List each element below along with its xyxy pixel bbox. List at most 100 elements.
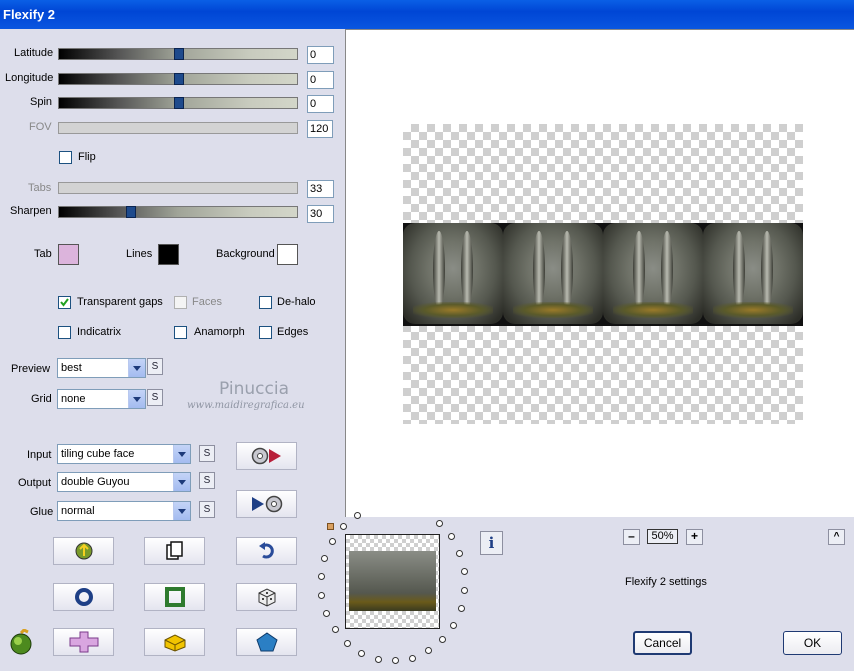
play-to-disc-button[interactable] [236, 442, 297, 470]
square-icon [164, 587, 185, 607]
glue-s-button[interactable]: S [199, 501, 215, 518]
undo-icon [258, 542, 274, 559]
brick-button[interactable] [144, 628, 205, 656]
fov-label: FOV [29, 121, 52, 133]
preview-s-button[interactable]: S [147, 358, 163, 375]
spin-thumb[interactable] [174, 97, 184, 109]
output-s-button[interactable]: S [199, 472, 215, 489]
latitude-value[interactable]: 0 [307, 46, 334, 64]
tab-color-swatch[interactable] [58, 244, 79, 265]
navigator-dot [331, 626, 339, 634]
zoom-in-button[interactable]: + [686, 529, 703, 545]
spin-value[interactable]: 0 [307, 95, 334, 113]
de-halo-checkbox[interactable] [259, 296, 272, 309]
longitude-value[interactable]: 0 [307, 71, 334, 89]
dice-icon [258, 588, 275, 607]
latitude-thumb[interactable] [174, 48, 184, 60]
latitude-label: Latitude [14, 47, 54, 59]
glue-select[interactable]: normal [57, 501, 191, 521]
input-select[interactable]: tiling cube face [57, 444, 191, 464]
navigator-dot [435, 519, 443, 527]
navigator-dot [424, 647, 432, 655]
ring-icon [74, 588, 93, 606]
background-color-swatch[interactable] [277, 244, 298, 265]
square-button[interactable] [144, 583, 205, 611]
flip-checkbox[interactable] [59, 151, 72, 164]
chevron-down-icon[interactable] [128, 390, 145, 408]
load-preset-button[interactable] [53, 537, 114, 565]
lines-color-label: Lines [126, 248, 153, 260]
navigator-dot [339, 523, 347, 531]
tabs-value[interactable]: 33 [307, 180, 334, 198]
faces-checkbox [174, 296, 187, 309]
input-select-value: tiling cube face [61, 448, 135, 460]
output-select[interactable]: double Guyou [57, 472, 191, 492]
flip-label: Flip [78, 151, 96, 163]
navigator-dot [409, 654, 416, 662]
plugin-logo-icon [10, 628, 32, 655]
latitude-slider[interactable] [58, 48, 298, 60]
glue-label: Glue [30, 506, 54, 518]
fov-slider [58, 122, 298, 134]
copy-button[interactable] [144, 537, 205, 565]
preview-select[interactable]: best [57, 358, 146, 378]
play-to-disc-icon [251, 447, 281, 465]
indicatrix-label: Indicatrix [77, 326, 122, 338]
transparent-gaps-label: Transparent gaps [77, 296, 163, 308]
anamorph-label: Anamorph [194, 326, 245, 338]
sharpen-thumb[interactable] [126, 206, 136, 218]
chevron-down-icon[interactable] [173, 445, 190, 463]
chevron-down-icon[interactable] [173, 473, 190, 491]
navigator-dot [374, 655, 382, 663]
zoom-out-button[interactable]: – [623, 529, 640, 545]
disc-to-play-icon [251, 495, 282, 513]
output-select-value: double Guyou [61, 476, 130, 488]
tabs-slider [58, 182, 298, 194]
edges-label: Edges [277, 326, 309, 338]
navigator-dot [321, 554, 329, 562]
glue-select-value: normal [61, 505, 95, 517]
sharpen-slider[interactable] [58, 206, 298, 218]
transparent-gaps-checkbox[interactable] [58, 296, 71, 309]
sharpen-value[interactable]: 30 [307, 205, 334, 223]
preview-label: Preview [11, 363, 51, 375]
collapse-button[interactable]: ^ [828, 529, 845, 545]
add-button[interactable] [53, 628, 114, 656]
disc-to-play-button[interactable] [236, 490, 297, 518]
preview-area[interactable] [345, 29, 854, 517]
navigator-handle[interactable] [327, 523, 334, 530]
undo-button[interactable] [236, 537, 297, 565]
pentagon-button[interactable] [236, 628, 297, 656]
preview-select-value: best [61, 362, 82, 374]
load-preset-icon [75, 542, 92, 560]
copy-icon [165, 541, 183, 560]
navigator-dot [456, 549, 464, 557]
ok-button[interactable]: OK [783, 631, 842, 655]
navigator-dot [353, 511, 361, 519]
longitude-thumb[interactable] [174, 73, 184, 85]
anamorph-checkbox[interactable] [174, 326, 187, 339]
ring-button[interactable] [53, 583, 114, 611]
grid-s-button[interactable]: S [147, 389, 163, 406]
cancel-button[interactable]: Cancel [633, 631, 692, 655]
watermark-name: Pinuccia [219, 379, 289, 399]
dice-button[interactable] [236, 583, 297, 611]
edges-checkbox[interactable] [259, 326, 272, 339]
faces-label: Faces [192, 296, 222, 308]
navigator-thumbnail[interactable] [345, 534, 440, 629]
longitude-slider[interactable] [58, 73, 298, 85]
grid-select[interactable]: none [57, 389, 146, 409]
check-icon [60, 298, 69, 307]
navigator-dot [343, 639, 351, 647]
chevron-down-icon[interactable] [128, 359, 145, 377]
info-button[interactable]: i [480, 531, 503, 555]
navigator-dot [358, 649, 366, 657]
fov-value[interactable]: 120 [307, 120, 333, 138]
spin-slider[interactable] [58, 97, 298, 109]
lines-color-swatch[interactable] [158, 244, 179, 265]
input-s-button[interactable]: S [199, 445, 215, 462]
chevron-down-icon[interactable] [173, 502, 190, 520]
preview-canvas [403, 124, 803, 424]
brick-icon [164, 634, 185, 652]
indicatrix-checkbox[interactable] [58, 326, 71, 339]
